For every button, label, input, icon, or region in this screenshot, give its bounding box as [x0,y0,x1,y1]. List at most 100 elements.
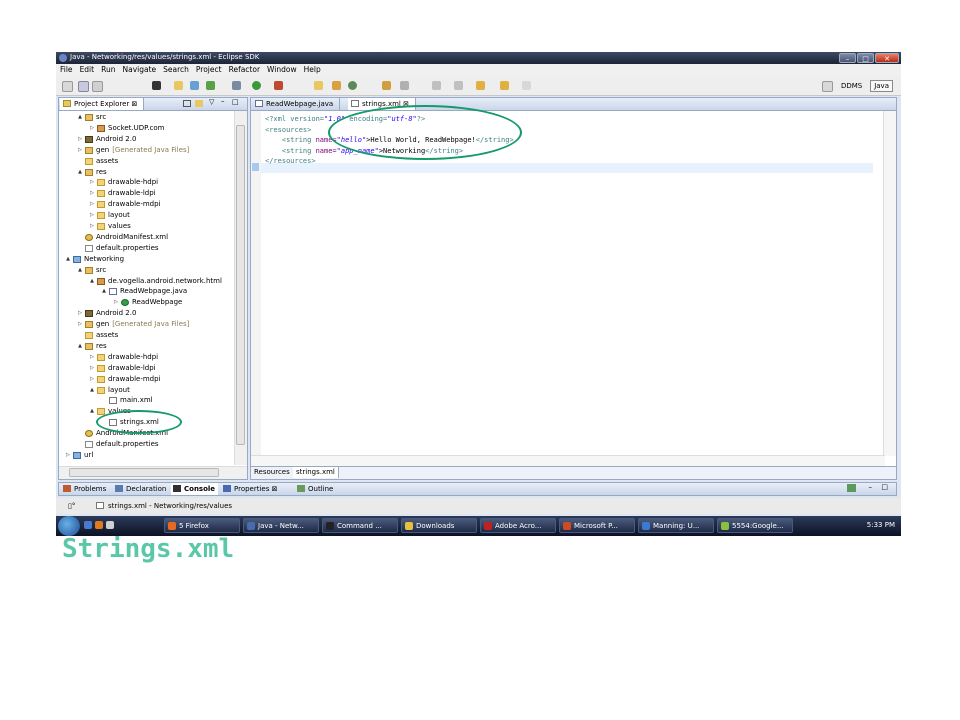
tree-item[interactable]: ▷ drawable-hdpi [89,177,158,188]
minimize-button[interactable]: – [839,53,856,63]
maximize-button[interactable]: □ [857,53,874,63]
debug-icon[interactable] [232,81,241,90]
expand-toggle-icon[interactable]: ▷ [89,363,95,374]
tree-item[interactable]: assets [77,156,118,167]
tree-item[interactable]: ▲ de.vogella.android.network.html [89,276,222,287]
run-icon[interactable] [252,81,261,90]
view-tab-outline[interactable]: Outline [295,483,336,495]
expand-toggle-icon[interactable]: ▲ [77,341,83,352]
taskbar-button[interactable]: Command ... [322,518,398,533]
new-project-icon[interactable] [174,81,183,90]
tree-item[interactable]: assets [77,330,118,341]
expand-toggle-icon[interactable]: ▷ [89,210,95,221]
tree-item[interactable]: ▲ src [77,265,106,276]
expand-toggle-icon[interactable]: ▲ [77,265,83,276]
expand-toggle-icon[interactable]: ▷ [77,319,83,330]
tree-item[interactable]: ▷ drawable-hdpi [89,352,158,363]
tree-item[interactable]: ▷ drawable-ldpi [89,188,156,199]
media-player-icon[interactable] [95,521,103,529]
open-perspective-icon[interactable] [821,80,833,92]
new-class-icon[interactable] [190,81,199,90]
show-desktop-icon[interactable] [84,521,92,529]
collapse-all-icon[interactable] [183,100,191,107]
expand-toggle-icon[interactable]: ▷ [89,374,95,385]
expand-toggle-icon[interactable]: ▷ [89,188,95,199]
view-menu-icon[interactable]: ▽ [209,98,214,106]
prev-annotation-icon[interactable] [454,81,463,90]
tree-item[interactable]: ▷ drawable-mdpi [89,199,161,210]
expand-toggle-icon[interactable]: ▷ [77,134,83,145]
external-tools-icon[interactable] [274,81,283,90]
tree-item[interactable]: ▷ url [65,450,93,461]
taskbar-button[interactable]: Adobe Acro... [480,518,556,533]
tree-item[interactable]: ▲ src [77,112,106,123]
tree-item[interactable]: ▷ Android 2.0 [77,308,136,319]
editor-bottom-tab[interactable]: Resources [251,467,294,478]
expand-toggle-icon[interactable]: ▲ [77,167,83,178]
expand-toggle-icon[interactable]: ▲ [89,276,95,287]
tree-item[interactable]: AndroidManifest.xml [77,232,168,243]
tree-item[interactable]: ▷ values [89,221,131,232]
start-button[interactable] [58,516,80,536]
android-sdk-icon[interactable] [206,81,215,90]
expand-toggle-icon[interactable]: ▷ [89,177,95,188]
taskbar-button[interactable]: 5 Firefox [164,518,240,533]
print-icon[interactable] [92,81,103,92]
tree-item[interactable]: ▲ res [77,167,107,178]
menu-search[interactable]: Search [163,64,189,76]
annotation-icon[interactable] [400,81,409,90]
expand-toggle-icon[interactable]: ▲ [77,112,83,123]
expand-toggle-icon[interactable]: ▲ [89,385,95,396]
view-tab-problems[interactable]: Problems [61,483,109,495]
tree-item[interactable]: ▲ layout [89,385,130,396]
forward-icon[interactable] [522,81,531,90]
save-icon[interactable] [78,81,89,92]
tree-item[interactable]: default.properties [77,243,159,254]
quicklaunch-icon[interactable] [106,521,114,529]
editor-vertical-scrollbar[interactable] [883,111,896,456]
close-button[interactable]: ✕ [875,53,899,63]
taskbar-button[interactable]: Manning: U... [638,518,714,533]
tree-item[interactable]: default.properties [77,439,159,450]
taskbar-button[interactable]: Java - Netw... [243,518,319,533]
next-annotation-icon[interactable] [432,81,441,90]
editor-bottom-tab[interactable]: strings.xml [293,467,339,478]
tree-item[interactable]: main.xml [101,395,153,406]
new-icon[interactable] [62,81,73,92]
menu-refactor[interactable]: Refactor [229,64,260,76]
explorer-horizontal-scrollbar[interactable] [59,466,247,479]
tree-item[interactable]: ▷ gen [Generated Java Files] [77,145,189,156]
menu-help[interactable]: Help [304,64,321,76]
maximize-view-icon[interactable]: □ [881,483,888,491]
expand-toggle-icon[interactable]: ▷ [89,352,95,363]
menu-run[interactable]: Run [101,64,115,76]
tree-item[interactable]: ▲ ReadWebpage.java [101,286,187,297]
tree-item[interactable]: ▷ gen [Generated Java Files] [77,319,189,330]
view-tab-declaration[interactable]: Declaration [113,483,169,495]
open-task-icon[interactable] [332,81,341,90]
expand-toggle-icon[interactable]: ▷ [77,308,83,319]
view-menu-icon[interactable] [847,484,856,492]
minimize-view-icon[interactable]: – [221,97,225,105]
perspective-java[interactable]: Java [870,80,893,92]
taskbar-button[interactable]: Microsoft P... [559,518,635,533]
tree-item[interactable]: ▷ drawable-ldpi [89,363,156,374]
tree-item[interactable]: ▷ ReadWebpage [113,297,182,308]
perspective-ddms[interactable]: DDMS [837,80,866,92]
close-tab-icon[interactable]: ⊠ [269,485,278,493]
menu-project[interactable]: Project [196,64,222,76]
tree-item[interactable]: ▷ Android 2.0 [77,134,136,145]
expand-toggle-icon[interactable]: ▷ [89,199,95,210]
expand-toggle-icon[interactable]: ▷ [77,145,83,156]
maximize-view-icon[interactable]: □ [232,98,239,106]
android-device-icon[interactable] [152,81,161,90]
tree-item[interactable]: ▷ Socket.UDP.com [89,123,164,134]
open-type-icon[interactable] [314,81,323,90]
expand-toggle-icon[interactable]: ▲ [101,286,107,297]
tree-item[interactable]: ▲ res [77,341,107,352]
search-icon[interactable] [348,81,357,90]
expand-toggle-icon[interactable]: ▷ [65,450,71,461]
explorer-vertical-scrollbar[interactable] [234,111,247,465]
link-editor-icon[interactable] [195,100,203,107]
menu-window[interactable]: Window [267,64,297,76]
